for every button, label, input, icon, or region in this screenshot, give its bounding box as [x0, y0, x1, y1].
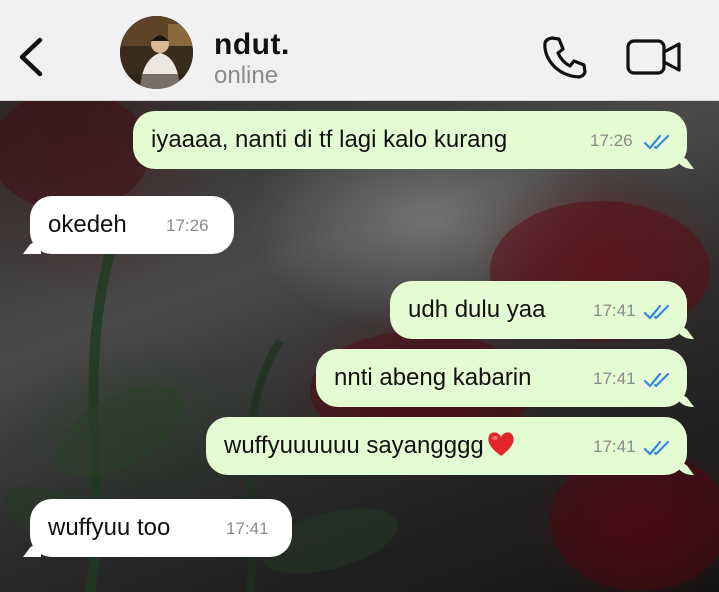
outgoing-message[interactable]: wuffyuuuuuu sayangggg 17:41: [206, 417, 687, 475]
message-text-wrap: wuffyuuuuuu sayangggg: [224, 417, 516, 475]
message-text: okedeh: [48, 211, 127, 238]
incoming-message[interactable]: okedeh 17:26: [30, 196, 234, 254]
video-camera-icon: [626, 39, 681, 75]
back-chevron-icon: [19, 37, 43, 77]
message-time: 17:26: [166, 216, 209, 235]
double-check-icon: [643, 134, 670, 150]
message-time: 17:41: [593, 301, 636, 320]
contact-avatar[interactable]: [120, 16, 193, 89]
phone-icon: [543, 36, 587, 79]
avatar-photo: [120, 16, 193, 89]
message-text: wuffyuu too: [48, 514, 171, 541]
outgoing-message[interactable]: udh dulu yaa 17:41: [390, 281, 687, 339]
video-call-button[interactable]: [626, 38, 682, 76]
message-text: nnti abeng kabarin: [334, 364, 532, 391]
chat-area[interactable]: iyaaaa, nanti di tf lagi kalo kurang 17:…: [0, 101, 719, 592]
double-check-icon: [643, 372, 670, 388]
message-text: iyaaaa, nanti di tf lagi kalo kurang: [151, 126, 508, 153]
outgoing-message[interactable]: iyaaaa, nanti di tf lagi kalo kurang 17:…: [133, 111, 687, 169]
message-time: 17:26: [590, 131, 633, 150]
message-time: 17:41: [593, 437, 636, 456]
message-text: udh dulu yaa: [408, 296, 546, 323]
message-time: 17:41: [226, 519, 269, 538]
contact-status: online: [214, 62, 279, 89]
message-time: 17:41: [593, 369, 636, 388]
double-check-icon: [643, 304, 670, 320]
incoming-message[interactable]: wuffyuu too 17:41: [30, 499, 292, 557]
contact-name[interactable]: ndut.: [214, 28, 290, 62]
red-heart-emoji: [488, 432, 514, 456]
double-check-icon: [643, 440, 670, 456]
back-button[interactable]: [14, 34, 50, 80]
voice-call-button[interactable]: [540, 34, 588, 80]
message-text: wuffyuuuuuu sayangggg: [224, 432, 484, 459]
outgoing-message[interactable]: nnti abeng kabarin 17:41: [316, 349, 687, 407]
chat-header: ndut. online: [0, 0, 719, 101]
